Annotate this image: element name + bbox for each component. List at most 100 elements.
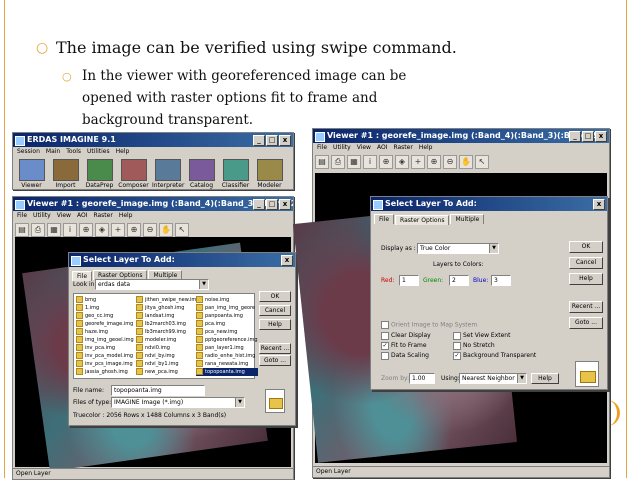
erdas-tool-modeler[interactable]: Modeler	[254, 159, 285, 189]
left-viewer-menu-utility[interactable]: Utility	[33, 211, 51, 221]
green-band-input[interactable]: 2	[449, 275, 469, 286]
close-button[interactable]: x	[281, 255, 293, 266]
erdas-menu-tools[interactable]: Tools	[66, 147, 81, 157]
file-item[interactable]: radio_enhe_hist.img	[196, 352, 258, 360]
erdas-tool-interpreter[interactable]: Interpreter	[152, 159, 184, 189]
left-viewer-menu-raster[interactable]: Raster	[93, 211, 112, 221]
ok-button[interactable]: OK	[259, 291, 291, 302]
help-button[interactable]: Help	[259, 319, 291, 330]
erdas-menu-main[interactable]: Main	[46, 147, 60, 157]
cancel-button[interactable]: Cancel	[259, 305, 291, 316]
pan-icon[interactable]: ✋	[459, 155, 473, 169]
file-item[interactable]: jithen_swipe_new.img	[136, 296, 199, 304]
erdas-menu-help[interactable]: Help	[116, 147, 130, 157]
zoom-by-input[interactable]: 1.00	[409, 373, 435, 384]
close-button[interactable]: x	[279, 135, 291, 146]
magnify-icon[interactable]: ⊕	[379, 155, 393, 169]
zoom-in-icon[interactable]: ⊕	[427, 155, 441, 169]
left-viewer-menu-help[interactable]: Help	[119, 211, 133, 221]
blue-band-input[interactable]: 3	[491, 275, 511, 286]
file-item[interactable]: 1.img	[76, 304, 134, 312]
cancel-button[interactable]: Cancel	[569, 257, 603, 269]
file-item[interactable]: pan_img_img_geore	[196, 304, 258, 312]
erdas-menu-session[interactable]: Session	[17, 147, 40, 157]
resample-select[interactable]: Nearest Neighbor ▼	[459, 373, 527, 384]
zoom-out-icon[interactable]: ⊖	[143, 223, 157, 237]
layer-icon[interactable]: ▦	[347, 155, 361, 169]
help-button[interactable]: Help	[569, 273, 603, 285]
left-viewer-menu-aoi[interactable]: AOI	[77, 211, 88, 221]
info-icon[interactable]: i	[363, 155, 377, 169]
file-item[interactable]: ndvi_by.img	[136, 352, 199, 360]
file-list[interactable]: bmg 1.img geo_cc.img georefe_image.img haze.…	[73, 293, 258, 379]
open-folder-icon[interactable]: ▤	[315, 155, 329, 169]
orient-to-map-checkbox[interactable]: Orient Image to Map System	[381, 321, 477, 329]
tab-multiple[interactable]: Multiple	[450, 214, 485, 224]
zoom-in-icon[interactable]: ⊕	[127, 223, 141, 237]
left-viewer-menu-view[interactable]: View	[57, 211, 71, 221]
right-viewer-menu-aoi[interactable]: AOI	[377, 143, 388, 153]
erdas-tool-viewer[interactable]: Viewer	[16, 159, 47, 189]
goto-button[interactable]: Goto ...	[569, 317, 603, 329]
file-item[interactable]: haze.img	[76, 328, 134, 336]
option-clear-display[interactable]: Clear Display	[381, 331, 431, 341]
right-viewer-menu-raster[interactable]: Raster	[393, 143, 412, 153]
file-item[interactable]: inv_pca.img	[76, 344, 134, 352]
file-item[interactable]: noise.img	[196, 296, 258, 304]
select-icon[interactable]: ↖	[175, 223, 189, 237]
aoi-icon[interactable]: ◈	[95, 223, 109, 237]
print-icon[interactable]: ⎙	[331, 155, 345, 169]
info-icon[interactable]: i	[63, 223, 77, 237]
file-item[interactable]: pptgeoreference.img	[196, 336, 258, 344]
file-item[interactable]: ndvi_by1.img	[136, 360, 199, 368]
file-item[interactable]: topopoanta.img	[196, 368, 258, 376]
close-button[interactable]: x	[593, 199, 605, 210]
erdas-tool-import[interactable]: Import	[50, 159, 81, 189]
crosshair-icon[interactable]: +	[411, 155, 425, 169]
print-icon[interactable]: ⎙	[31, 223, 45, 237]
file-item[interactable]: jitya_ghosh.img	[136, 304, 199, 312]
option-no-stretch[interactable]: No Stretch	[453, 341, 536, 351]
magnify-icon[interactable]: ⊕	[79, 223, 93, 237]
option-fit-to-frame[interactable]: ✓ Fit to Frame	[381, 341, 431, 351]
file-item[interactable]: pca.img	[196, 320, 258, 328]
aoi-icon[interactable]: ◈	[395, 155, 409, 169]
file-item[interactable]: lb2march03.img	[136, 320, 199, 328]
left-viewer-menu-file[interactable]: File	[17, 211, 27, 221]
right-viewer-menu-file[interactable]: File	[317, 143, 327, 153]
minimize-button[interactable]: _	[569, 131, 581, 142]
file-type-select[interactable]: IMAGINE Image (*.img) ▼	[111, 397, 245, 408]
help-button-bottom[interactable]: Help	[531, 373, 559, 384]
minimize-button[interactable]: _	[253, 199, 265, 210]
recent-button[interactable]: Recent ...	[569, 301, 603, 313]
tab-raster-options[interactable]: Raster Options	[395, 215, 450, 225]
recent-button[interactable]: Recent ...	[259, 343, 291, 354]
file-item[interactable]: pca_new.img	[196, 328, 258, 336]
tab-file[interactable]: File	[374, 214, 395, 224]
file-item[interactable]: jassia_ghosh.img	[76, 368, 134, 376]
close-button[interactable]: x	[595, 131, 607, 142]
crosshair-icon[interactable]: +	[111, 223, 125, 237]
file-item[interactable]: rana_newata.img	[196, 360, 258, 368]
file-item[interactable]: new_pca.img	[136, 368, 199, 376]
option-data-scaling[interactable]: Data Scaling	[381, 351, 431, 361]
goto-button[interactable]: Goto ...	[259, 355, 291, 366]
pan-icon[interactable]: ✋	[159, 223, 173, 237]
option-set-view-extent[interactable]: Set View Extent	[453, 331, 536, 341]
close-button[interactable]: x	[279, 199, 291, 210]
file-item[interactable]: img_img_geoel.img	[76, 336, 134, 344]
maximize-button[interactable]: □	[266, 199, 278, 210]
minimize-button[interactable]: _	[253, 135, 265, 146]
file-item[interactable]: inv_pcs_image.img	[76, 360, 134, 368]
zoom-out-icon[interactable]: ⊖	[443, 155, 457, 169]
file-item[interactable]: inv_pca_model.img	[76, 352, 134, 360]
select-icon[interactable]: ↖	[475, 155, 489, 169]
file-item[interactable]: ndvi0.img	[136, 344, 199, 352]
file-item[interactable]: lb3march99.img	[136, 328, 199, 336]
option-background-transparent[interactable]: ✓ Background Transparent	[453, 351, 536, 361]
file-item[interactable]: bmg	[76, 296, 134, 304]
maximize-button[interactable]: □	[266, 135, 278, 146]
maximize-button[interactable]: □	[582, 131, 594, 142]
erdas-tool-catalog[interactable]: Catalog	[186, 159, 217, 189]
file-item[interactable]: geo_cc.img	[76, 312, 134, 320]
